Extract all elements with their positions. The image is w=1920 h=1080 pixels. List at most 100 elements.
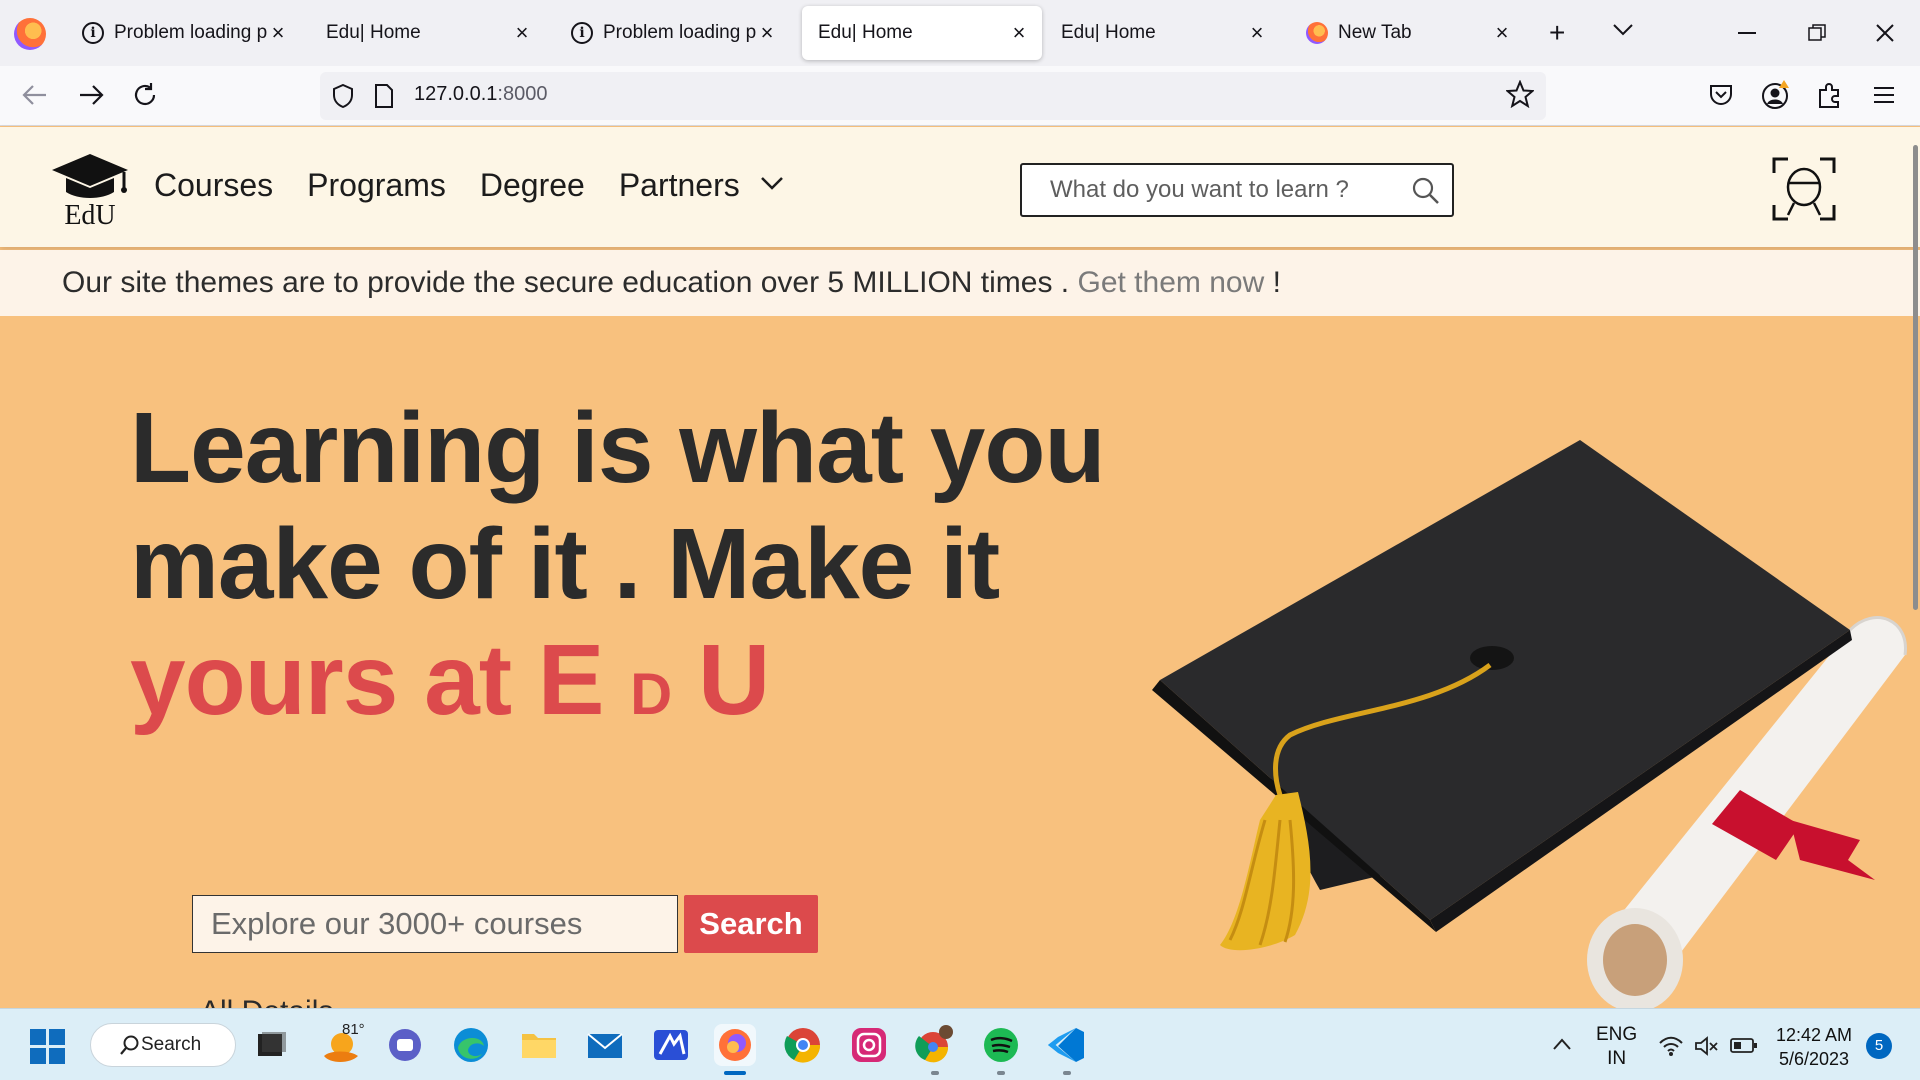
close-icon[interactable]: × [1246,20,1268,46]
running-indicator [931,1071,939,1075]
forward-arrow-icon[interactable] [78,84,104,106]
windows-taskbar: Search 81° ENG IN 12:42 AM 5/6/2023 5 [0,1008,1920,1080]
tab-title: Edu| Home [1061,22,1156,43]
tab-list-chevron-icon[interactable] [1612,22,1634,38]
weather-temp: 81° [342,1021,365,1038]
hero-accent-u: U [697,624,770,736]
site-header: EdU Courses Programs Degree Partners [0,127,1920,247]
tab-title: Problem loading page [603,22,756,43]
file-explorer-icon[interactable] [518,1024,560,1066]
battery-icon[interactable] [1730,1037,1758,1055]
edu-logo[interactable]: EdU [50,152,130,232]
close-icon[interactable]: × [756,20,778,46]
tab-title: Problem loading page [114,22,267,43]
extensions-puzzle-icon[interactable] [1816,82,1850,116]
close-icon[interactable]: × [511,20,533,46]
system-clock[interactable]: 12:42 AM 5/6/2023 [1776,1023,1852,1080]
url-host: 127.0.0.1 [414,83,498,105]
reload-icon[interactable] [132,82,158,108]
info-icon: i [571,22,593,44]
announcement-bar: Our site themes are to provide the secur… [0,250,1920,316]
url-text[interactable]: 127.0.0.1:8000 [414,83,547,106]
task-view-icon[interactable] [250,1024,292,1066]
tab-edu-home-1[interactable]: Edu| Home × [310,6,545,60]
running-indicator [997,1071,1005,1075]
hero-line-2: make of it . Make it [130,508,1000,620]
hero-title: Learning is what you make of it . Make i… [130,390,1130,753]
chevron-up-icon[interactable] [1552,1037,1572,1051]
lang-line-2: IN [1607,1048,1627,1069]
hamburger-menu-icon[interactable] [1873,86,1907,120]
tab-problem-loading-1[interactable]: i Problem loading page × [66,6,301,60]
firefox-taskbar-icon[interactable] [714,1024,756,1075]
close-icon[interactable]: × [267,20,289,46]
shield-icon[interactable] [332,84,354,108]
clock-time: 12:42 AM [1776,1025,1853,1045]
chrome-icon[interactable] [782,1024,824,1066]
instagram-icon[interactable] [848,1024,890,1066]
search-icon[interactable] [1412,177,1440,205]
firefox-icon[interactable] [14,18,46,50]
search-icon [120,1035,139,1055]
site-nav: Courses Programs Degree Partners [154,167,740,204]
info-icon: i [82,22,104,44]
taskbar-search-label: Search [141,1034,202,1055]
url-bar[interactable]: 127.0.0.1:8000 [320,72,1546,120]
page-scrollbar[interactable] [1913,145,1918,610]
edge-browser-icon[interactable] [450,1024,492,1066]
language-indicator[interactable]: ENG IN [1596,1023,1637,1080]
nav-programs[interactable]: Programs [307,167,446,204]
vscode-icon[interactable] [1046,1024,1088,1075]
course-search-input[interactable] [192,895,678,953]
tab-edu-home-3[interactable]: Edu| Home × [1045,6,1280,60]
taskbar-search[interactable]: Search [90,1023,236,1067]
url-port: :8000 [497,83,548,105]
browser-nav-bar: 127.0.0.1:8000 [0,66,1920,126]
tab-title: New Tab [1338,22,1412,43]
pocket-icon[interactable] [1708,82,1742,116]
tab-problem-loading-2[interactable]: i Problem loading page × [555,6,790,60]
windows-start-icon[interactable] [30,1029,66,1065]
bookmark-star-icon[interactable] [1506,80,1534,108]
close-icon[interactable]: × [1008,20,1030,46]
get-them-now-link[interactable]: Get them now [1077,266,1264,299]
hero-accent-yours: yours at [130,624,538,736]
hero-accent-e: E [537,624,605,736]
announcement-end: ! [1264,266,1281,299]
teams-chat-icon[interactable] [384,1024,426,1066]
minimize-icon[interactable] [1738,32,1756,36]
spotify-icon[interactable] [980,1024,1022,1075]
back-arrow-icon[interactable] [22,84,48,106]
firefox-icon [1306,22,1328,44]
notification-badge[interactable]: 5 [1866,1033,1892,1059]
restore-icon[interactable] [1808,24,1826,42]
search-button[interactable]: Search [684,895,818,953]
lang-line-1: ENG [1596,1024,1638,1045]
site-search-box [1020,163,1454,217]
chevron-down-icon[interactable] [760,175,784,191]
close-icon[interactable]: × [1491,20,1513,46]
nav-courses[interactable]: Courses [154,167,273,204]
browser-tab-strip: i Problem loading page × Edu| Home × i P… [0,0,1920,66]
account-icon[interactable] [1760,78,1794,112]
wifi-icon[interactable] [1658,1035,1684,1057]
tab-title: Edu| Home [818,22,913,43]
page-icon [375,84,393,108]
window-close-icon[interactable] [1876,24,1894,42]
site-search-input[interactable] [1022,165,1402,215]
tab-edu-home-active[interactable]: Edu| Home × [802,6,1042,60]
new-tab-plus-icon[interactable]: + [1549,18,1565,48]
hero-accent-d: D [630,662,672,727]
tab-new-tab[interactable]: New Tab × [1290,6,1525,60]
graduation-cap-illustration [1152,440,1907,1012]
app-icon[interactable] [650,1024,692,1066]
running-indicator [1063,1071,1071,1075]
chrome-profile-icon[interactable] [914,1024,956,1075]
volume-muted-icon[interactable] [1694,1035,1720,1057]
face-scan-icon[interactable] [1772,157,1836,221]
hero-accent: yours at E D U [130,624,770,736]
nav-partners[interactable]: Partners [619,167,740,204]
mail-icon[interactable] [584,1024,626,1066]
nav-degree[interactable]: Degree [480,167,585,204]
logo-text: EdU [64,200,116,231]
